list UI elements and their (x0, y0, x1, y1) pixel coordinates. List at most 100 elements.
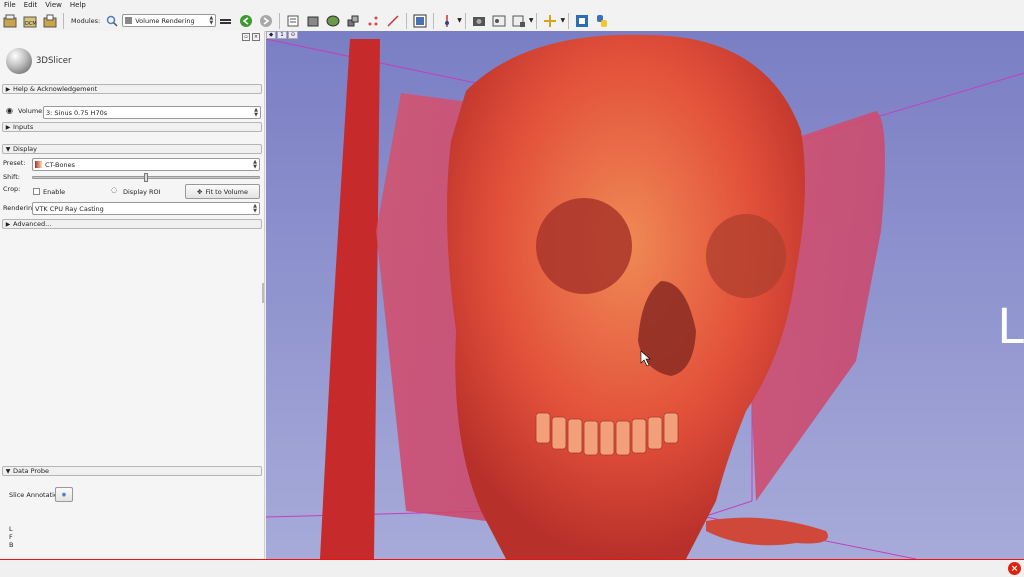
preset-selector[interactable]: CT-Bones ▲ ▼ (32, 158, 260, 171)
combo-arrows-icon: ▲ ▼ (253, 159, 257, 170)
status-bar: × (0, 559, 1024, 577)
back-arrow-icon[interactable] (238, 13, 254, 29)
3d-view[interactable]: ◆ 1 ⊙ L (266, 31, 1024, 559)
fit-to-volume-button[interactable]: ✥ Fit to Volume (185, 184, 260, 199)
preset-label: Preset: (3, 159, 26, 167)
eye-closed-icon[interactable]: ◌ (111, 186, 117, 194)
chevron-down-icon: ▼ (5, 145, 11, 153)
chevron-down-icon[interactable]: ▼ (560, 17, 565, 24)
help-acknowledgement-label: Help & Acknowledgement (13, 85, 98, 93)
probe-coord-l: L (9, 525, 13, 533)
python-console-icon[interactable] (594, 13, 610, 29)
close-panel-icon[interactable]: × (252, 33, 260, 41)
combo-arrows-icon: ▲ ▼ (254, 107, 258, 118)
advanced-section[interactable]: ▶ Advanced... (2, 219, 262, 229)
module-history-icon[interactable] (218, 13, 234, 29)
view-link-icon[interactable]: ⊙ (287, 31, 299, 39)
data-probe-section[interactable]: ▼ Data Probe (2, 466, 262, 476)
inputs-label: Inputs (13, 123, 34, 131)
combo-arrows-icon: ▲ ▼ (209, 15, 214, 26)
chevron-down-icon[interactable]: ▼ (457, 17, 462, 24)
dicom-icon[interactable]: DCM (22, 13, 38, 29)
error-log-icon[interactable]: × (1008, 562, 1021, 575)
segment-editor-icon[interactable] (385, 13, 401, 29)
volumes-module-icon[interactable] (305, 13, 321, 29)
view-pin-icon[interactable]: ◆ (266, 31, 277, 39)
extension-manager-icon[interactable] (574, 13, 590, 29)
left-orbit (536, 198, 632, 294)
markups-module-icon[interactable] (365, 13, 381, 29)
forward-arrow-icon[interactable] (258, 13, 274, 29)
toolbar-separator (406, 12, 408, 29)
shift-label: Shift: (3, 173, 20, 181)
layout-icon[interactable] (412, 13, 428, 29)
view-controller-bar: ◆ 1 ⊙ (266, 31, 299, 39)
svg-text:DCM: DCM (25, 21, 37, 27)
search-icon[interactable] (104, 13, 120, 29)
eye-icon[interactable]: ◉ (6, 106, 13, 115)
toolbar-separator (63, 12, 64, 29)
preset-selector-value: CT-Bones (45, 160, 75, 169)
left-tissue-sheet (320, 39, 380, 559)
rendering-selector[interactable]: VTK CPU Ray Casting ▲ ▼ (32, 202, 260, 215)
modules-label: Modules: (71, 16, 101, 25)
right-orbit (706, 214, 786, 298)
bone-fragment (706, 517, 828, 546)
menu-file[interactable]: File (0, 1, 20, 9)
toolbar: DCM Modules: Volume Rendering ▲ ▼ ▼ ▼ ▼ (0, 10, 1024, 32)
models-module-icon[interactable] (325, 13, 341, 29)
load-data-icon[interactable] (2, 13, 18, 29)
crosshair-icon[interactable] (542, 13, 558, 29)
chevron-down-icon: ▼ (5, 467, 11, 475)
display-roi-label: Display ROI (123, 188, 161, 196)
toolbar-separator (464, 12, 466, 29)
volume-selector[interactable]: 3: Sinus 0.75 H70s ▲ ▼ (43, 106, 261, 119)
toolbar-separator (433, 12, 435, 29)
menu-view[interactable]: View (41, 1, 66, 9)
mouse-mode-icon[interactable] (439, 13, 455, 29)
combo-arrows-icon: ▲ ▼ (253, 203, 257, 214)
gear-icon: ✹ (61, 490, 67, 499)
inputs-section[interactable]: ▶ Inputs (2, 122, 262, 132)
screenshot-icon[interactable] (471, 13, 487, 29)
module-selector[interactable]: Volume Rendering ▲ ▼ (122, 14, 217, 27)
volume-rendering[interactable] (266, 31, 1024, 559)
menu-edit[interactable]: Edit (20, 1, 42, 9)
cube-icon (125, 17, 133, 24)
display-label: Display (13, 145, 37, 153)
toolbar-separator (568, 12, 570, 29)
panel-splitter-handle[interactable] (262, 283, 264, 303)
app-logo (6, 48, 32, 74)
chevron-right-icon: ▶ (5, 123, 11, 131)
view-number: 1 (277, 31, 287, 39)
menu-help[interactable]: Help (66, 1, 90, 9)
probe-coord-f: F (9, 533, 13, 541)
enable-label: Enable (43, 188, 66, 196)
shift-slider-handle[interactable] (144, 173, 148, 182)
crop-label: Crop: (3, 185, 21, 193)
toolbar-separator (536, 12, 538, 29)
chevron-right-icon: ▶ (5, 85, 11, 93)
data-module-icon[interactable] (285, 13, 301, 29)
transforms-module-icon[interactable] (345, 13, 361, 29)
float-panel-icon[interactable]: ▫ (242, 33, 250, 41)
volume-label: Volume: (18, 107, 45, 115)
app-name: 3DSlicer (36, 56, 72, 66)
scene-view-icon[interactable] (491, 13, 507, 29)
save-data-icon[interactable] (42, 13, 58, 29)
display-section[interactable]: ▼ Display (2, 144, 262, 154)
slice-annotations-button[interactable]: ✹ (55, 487, 73, 502)
enable-checkbox[interactable] (33, 188, 40, 195)
chevron-down-icon[interactable]: ▼ (529, 17, 534, 24)
capture-icon[interactable] (511, 13, 527, 29)
preset-swatch-icon (35, 161, 42, 168)
help-acknowledgement-section[interactable]: ▶ Help & Acknowledgement (2, 84, 262, 94)
toolbar-separator (279, 12, 281, 29)
data-probe-label: Data Probe (13, 467, 50, 475)
orientation-marker: L (997, 299, 1024, 355)
chevron-right-icon: ▶ (5, 220, 11, 228)
module-selector-value: Volume Rendering (135, 16, 195, 25)
probe-coord-b: B (9, 541, 14, 549)
panel-controls: ▫ × (242, 33, 260, 41)
fit-icon: ✥ (197, 187, 203, 196)
